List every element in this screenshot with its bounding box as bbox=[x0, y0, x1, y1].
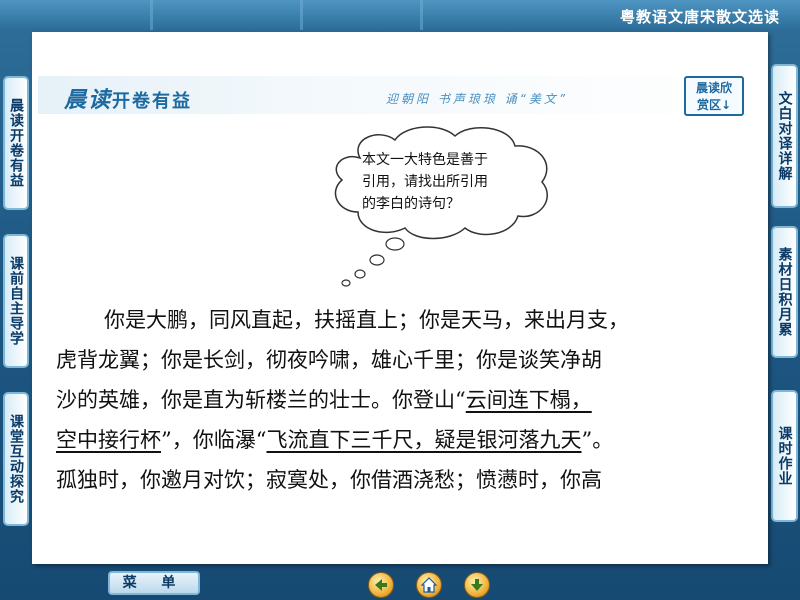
course-title: 粤教语文唐宋散文选读 bbox=[619, 8, 780, 26]
appreciation-button-line2: 赏区↓ bbox=[696, 98, 732, 112]
bubble-line-3: 的李白的诗句？ bbox=[362, 196, 460, 212]
bubble-line-1: 本文一大特色是善于 bbox=[362, 151, 488, 168]
reading-passage: 你是大鹏，同风直起，扶摇直上；你是天马，来出月支， 虎背龙翼；你是长剑，彻夜吟啸… bbox=[56, 300, 756, 500]
tab-morning-reading[interactable]: 晨读开卷有益 bbox=[3, 76, 29, 210]
banner-title: 晨读开卷有益 bbox=[64, 82, 192, 114]
tab-label: 素材日积月累 bbox=[776, 247, 793, 337]
back-arrow-icon[interactable] bbox=[368, 572, 394, 598]
passage-line: 孤独时，你邀月对饮；寂寞处，你借酒浇愁；愤懑时，你高 bbox=[56, 468, 602, 492]
thought-bubble-shape: 本文一大特色是善于 引用，请找出所引用 的李白的诗句？ bbox=[334, 126, 548, 287]
appreciation-button[interactable]: 晨读欣 赏区↓ bbox=[684, 76, 744, 116]
passage-line: 沙的英雄，你是直为斩楼兰的壮士。你登山“云间连下榻， bbox=[56, 380, 756, 420]
tab-label: 文白对译详解 bbox=[776, 91, 793, 181]
top-bar: 粤教语文唐宋散文选读 bbox=[0, 0, 800, 30]
tab-classroom-inquiry[interactable]: 课堂互动探究 bbox=[3, 392, 29, 526]
section-banner: 晨读开卷有益 迎朝阳 书声琅琅 诵“美文” 晨读欣 赏区↓ bbox=[38, 76, 762, 116]
tab-label: 课前自主导学 bbox=[8, 256, 24, 346]
tab-label: 课堂互动探究 bbox=[8, 414, 24, 504]
banner-title-main: 晨读 bbox=[64, 87, 113, 113]
appreciation-button-line1: 晨读欣 bbox=[695, 81, 732, 95]
quoted-poem: 空中接行杯 bbox=[56, 428, 161, 452]
passage-line: 空中接行杯”，你临瀑“飞流直下三千尺，疑是银河落九天”。 bbox=[56, 420, 756, 460]
passage-text: 沙的英雄，你是直为斩楼兰的壮士。你登山“ bbox=[56, 388, 466, 412]
content-page: 晨读开卷有益 迎朝阳 书声琅琅 诵“美文” 晨读欣 赏区↓ 本文一大特色是善于 … bbox=[32, 32, 768, 564]
passage-line: 虎背龙翼；你是长剑，彻夜吟啸，雄心千里；你是谈笑净胡 bbox=[56, 348, 602, 372]
passage-text: ”。 bbox=[581, 428, 614, 452]
home-icon[interactable] bbox=[416, 572, 442, 598]
forward-arrow-icon[interactable] bbox=[464, 572, 490, 598]
passage-line: 你是大鹏，同风直起，扶摇直上；你是天马，来出月支， bbox=[104, 308, 629, 332]
quoted-poem: 云间连下榻， bbox=[465, 388, 592, 412]
passage-text: ”，你临瀑“ bbox=[161, 428, 267, 452]
thought-bubble: 本文一大特色是善于 引用，请找出所引用 的李白的诗句？ bbox=[320, 120, 556, 288]
banner-title-rest: 开卷有益 bbox=[112, 91, 193, 112]
bubble-line-2: 引用，请找出所引用 bbox=[362, 174, 488, 190]
tab-pre-class-study[interactable]: 课前自主导学 bbox=[3, 234, 29, 368]
tab-translation[interactable]: 文白对译详解 bbox=[771, 64, 798, 208]
tab-label: 课时作业 bbox=[776, 426, 793, 486]
tab-material[interactable]: 素材日积月累 bbox=[771, 226, 798, 358]
tab-homework[interactable]: 课时作业 bbox=[771, 390, 798, 522]
menu-button[interactable]: 菜 单 bbox=[108, 571, 200, 595]
tab-label: 晨读开卷有益 bbox=[8, 98, 24, 188]
quoted-poem: 飞流直下三千尺，疑是银河落九天 bbox=[266, 428, 582, 452]
banner-subtitle: 迎朝阳 书声琅琅 诵“美文” bbox=[386, 92, 569, 106]
